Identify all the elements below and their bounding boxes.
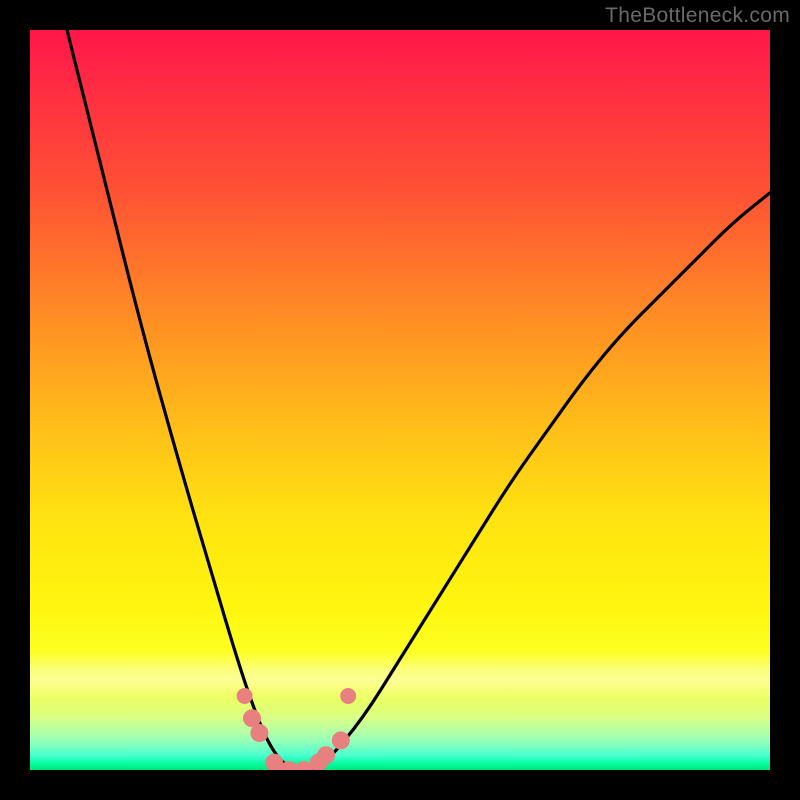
curve-markers-group	[237, 688, 357, 770]
chart-frame: TheBottleneck.com	[0, 0, 800, 800]
curve-marker	[250, 724, 268, 742]
curve-marker	[332, 731, 350, 749]
curve-marker	[317, 746, 335, 764]
plot-area	[30, 30, 770, 770]
watermark-text: TheBottleneck.com	[605, 4, 790, 28]
bottleneck-curve-svg	[30, 30, 770, 770]
curve-marker	[237, 688, 253, 704]
curve-marker	[340, 688, 356, 704]
bottleneck-curve-path	[67, 30, 770, 770]
